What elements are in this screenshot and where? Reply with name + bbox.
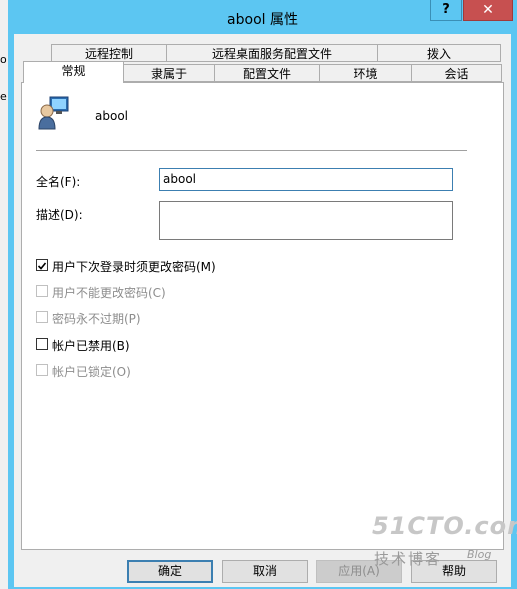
tab-general[interactable]: 常规 [23, 61, 124, 83]
description-input[interactable] [159, 201, 453, 240]
watermark: 51CTO.com 技术博客 Blog [372, 512, 517, 574]
cancel-button[interactable]: 取消 [222, 560, 308, 583]
watermark-sub: 技术博客 [374, 550, 443, 568]
close-button[interactable]: ✕ [463, 0, 513, 21]
fullname-label: 全名(F): [36, 175, 81, 189]
background-window-strip [0, 0, 8, 589]
tab-sessions[interactable]: 会话 [411, 64, 502, 82]
user-name-label: abool [95, 109, 128, 123]
watermark-tag: Blog [467, 548, 492, 561]
password-never-expires-checkbox [36, 311, 48, 323]
title-bar[interactable]: abool 属性 ? ✕ [8, 0, 517, 34]
help-button[interactable]: ? [430, 0, 462, 21]
background-text: e [0, 90, 7, 103]
fullname-input[interactable]: abool [159, 168, 453, 191]
checkmark-icon [37, 262, 47, 270]
account-disabled-label: 帐户已禁用(B) [52, 339, 130, 353]
tab-member-of[interactable]: 隶属于 [123, 64, 215, 82]
background-text: o [0, 53, 7, 66]
tab-dial-in[interactable]: 拨入 [377, 44, 501, 62]
tab-profile[interactable]: 配置文件 [214, 64, 320, 82]
tab-remote-control[interactable]: 远程控制 [51, 44, 167, 62]
cannot-change-password-checkbox [36, 285, 48, 297]
must-change-password-label: 用户下次登录时须更改密码(M) [52, 260, 216, 274]
account-locked-label: 帐户已锁定(O) [52, 365, 131, 379]
must-change-password-checkbox[interactable] [36, 259, 48, 271]
account-locked-checkbox [36, 364, 48, 376]
properties-dialog: abool 属性 ? ✕ 远程控制 远程桌面服务配置文件 拨入 常规 隶属于 配… [8, 0, 517, 589]
account-disabled-checkbox[interactable] [36, 338, 48, 350]
tab-environment[interactable]: 环境 [319, 64, 412, 82]
password-never-expires-label: 密码永不过期(P) [52, 312, 141, 326]
description-label: 描述(D): [36, 208, 83, 222]
separator [36, 150, 467, 151]
user-computer-icon [38, 95, 70, 131]
ok-button[interactable]: 确定 [127, 560, 213, 583]
general-tab-panel: abool 全名(F): abool 描述(D): 用户下次登录时须更改密码(M… [21, 82, 504, 550]
watermark-main: 51CTO.com [372, 512, 517, 540]
tab-rds-profile[interactable]: 远程桌面服务配置文件 [166, 44, 378, 62]
cannot-change-password-label: 用户不能更改密码(C) [52, 286, 166, 300]
dialog-client-area: 远程控制 远程桌面服务配置文件 拨入 常规 隶属于 配置文件 环境 会话 abo… [14, 34, 511, 587]
